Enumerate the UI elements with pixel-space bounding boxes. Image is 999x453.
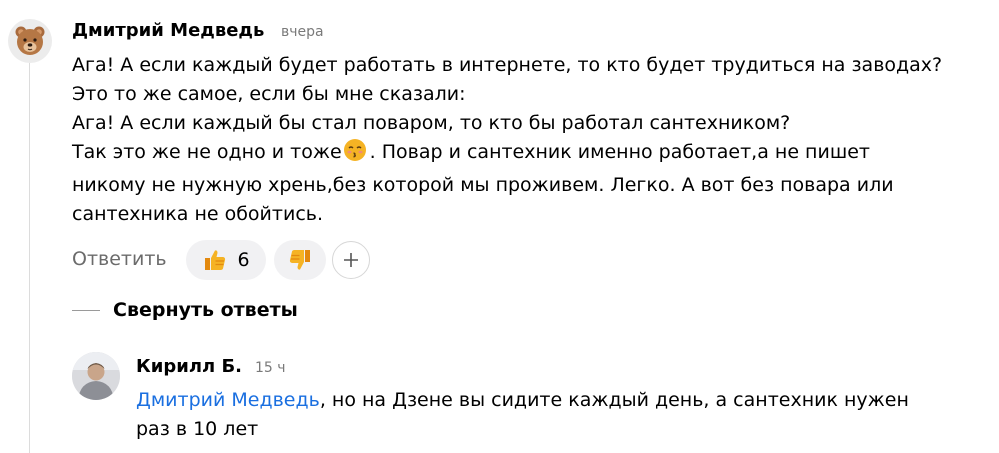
comment-line-start: Так это же не одно и тоже <box>72 141 342 163</box>
reply-author-name[interactable]: Кирилл Б. <box>136 356 242 377</box>
plus-icon <box>344 253 358 267</box>
like-button[interactable]: 6 <box>186 240 266 280</box>
add-reaction-button[interactable] <box>332 241 370 279</box>
comment-line: Ага! А если каждый будет работать в инте… <box>72 54 943 76</box>
reply-line: Дмитрий Медведь, но на Дзене вы сидите к… <box>136 386 986 415</box>
bear-face-icon <box>15 26 45 55</box>
reply-author-avatar[interactable] <box>72 352 120 400</box>
comment-line-end: . Повар и сантехник именно работает,а не… <box>369 141 870 163</box>
mention-link[interactable]: Дмитрий Медведь <box>136 389 320 411</box>
thread-line <box>29 62 30 453</box>
collapse-dash <box>72 309 100 311</box>
reply-line: раз в 10 лет <box>136 418 259 440</box>
kissing-face-emoji <box>343 138 367 171</box>
comment-timestamp: вчера <box>281 24 324 40</box>
comment-line: Ага! А если каждый бы стал поваром, то к… <box>72 112 791 134</box>
comment-line: сантехника не обойтись. <box>72 203 324 225</box>
dislike-button[interactable] <box>274 240 326 280</box>
comment-line: никому не нужную хрень,без которой мы пр… <box>72 174 894 196</box>
thumbs-down-icon <box>289 250 310 270</box>
collapse-replies-label: Свернуть ответы <box>113 299 298 321</box>
reply-body: Дмитрий Медведь, но на Дзене вы сидите к… <box>136 386 986 444</box>
comment-line: Так это же не одно и тоже . Повар и санте… <box>72 138 992 171</box>
reply-button[interactable]: Ответить <box>72 248 167 270</box>
comment-line: Это то же самое, если бы мне сказали: <box>72 83 466 105</box>
comment-body: Ага! А если каждый будет работать в инте… <box>72 51 992 229</box>
thumbs-up-icon <box>205 250 226 270</box>
reply-timestamp: 15 ч <box>255 360 286 376</box>
comment-author-name[interactable]: Дмитрий Медведь <box>72 20 264 41</box>
like-count: 6 <box>237 249 250 271</box>
author-avatar[interactable] <box>8 19 52 63</box>
collapse-replies-button[interactable]: Свернуть ответы <box>72 296 298 324</box>
reply-text-part: , но на Дзене вы сидите каждый день, а с… <box>319 389 909 411</box>
user-photo-avatar <box>72 352 120 400</box>
